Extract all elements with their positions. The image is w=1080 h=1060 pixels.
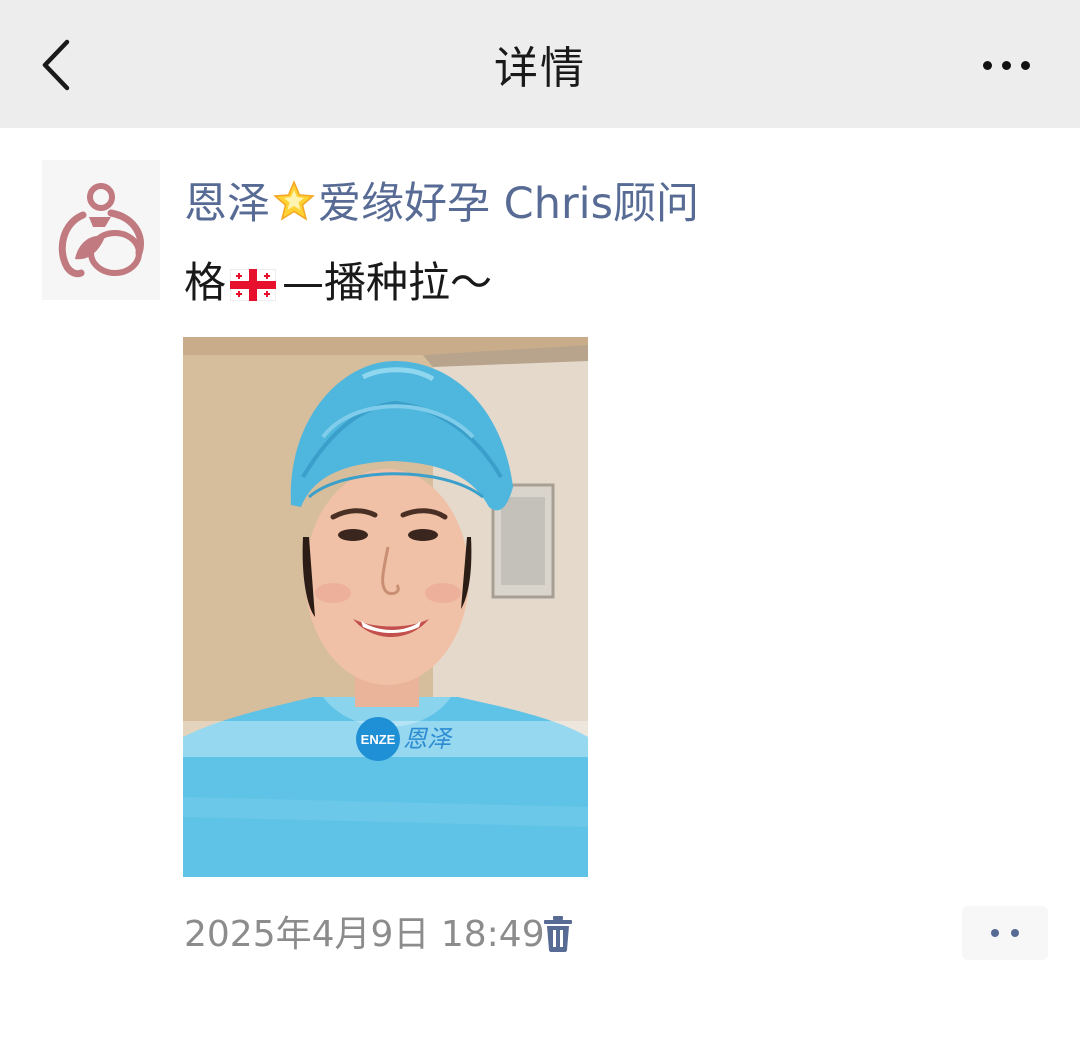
comment-dot [1011, 929, 1019, 937]
post-text: 格 —播种拉～ [184, 256, 492, 310]
post-text-suffix: —播种拉～ [282, 258, 493, 307]
post-timestamp: 2025年4月9日 18:49 [184, 914, 545, 955]
avatar[interactable] [42, 160, 160, 300]
nickname-suffix: 爱缘好孕 Chris顾问 [318, 179, 699, 229]
more-dot [1001, 60, 1011, 70]
comment-button[interactable] [962, 906, 1048, 960]
comment-dots-icon [991, 929, 999, 937]
portrait-image [183, 337, 588, 877]
page-title: 详情 [494, 43, 586, 94]
star-emoji-icon [273, 180, 315, 221]
more-dot [1020, 60, 1030, 70]
watermark-badge: ENZE [356, 717, 400, 761]
georgia-flag-icon [230, 269, 277, 301]
post-photo[interactable]: ENZE 恩泽 [183, 337, 588, 877]
nickname-link[interactable]: 恩泽 爱缘好孕 Chris顾问 [184, 178, 699, 230]
more-dots-icon [982, 60, 992, 70]
nickname-prefix: 恩泽 [184, 179, 270, 229]
delete-button[interactable] [540, 914, 576, 954]
top-navbar: 详情 [0, 0, 1080, 128]
back-button[interactable] [28, 30, 84, 100]
chevron-left-icon [42, 39, 70, 91]
trash-icon [544, 916, 572, 952]
watermark-text: 恩泽 [403, 725, 451, 753]
more-button[interactable] [966, 40, 1046, 90]
post-text-prefix: 格 [184, 258, 227, 307]
enze-logo-icon [58, 183, 144, 278]
